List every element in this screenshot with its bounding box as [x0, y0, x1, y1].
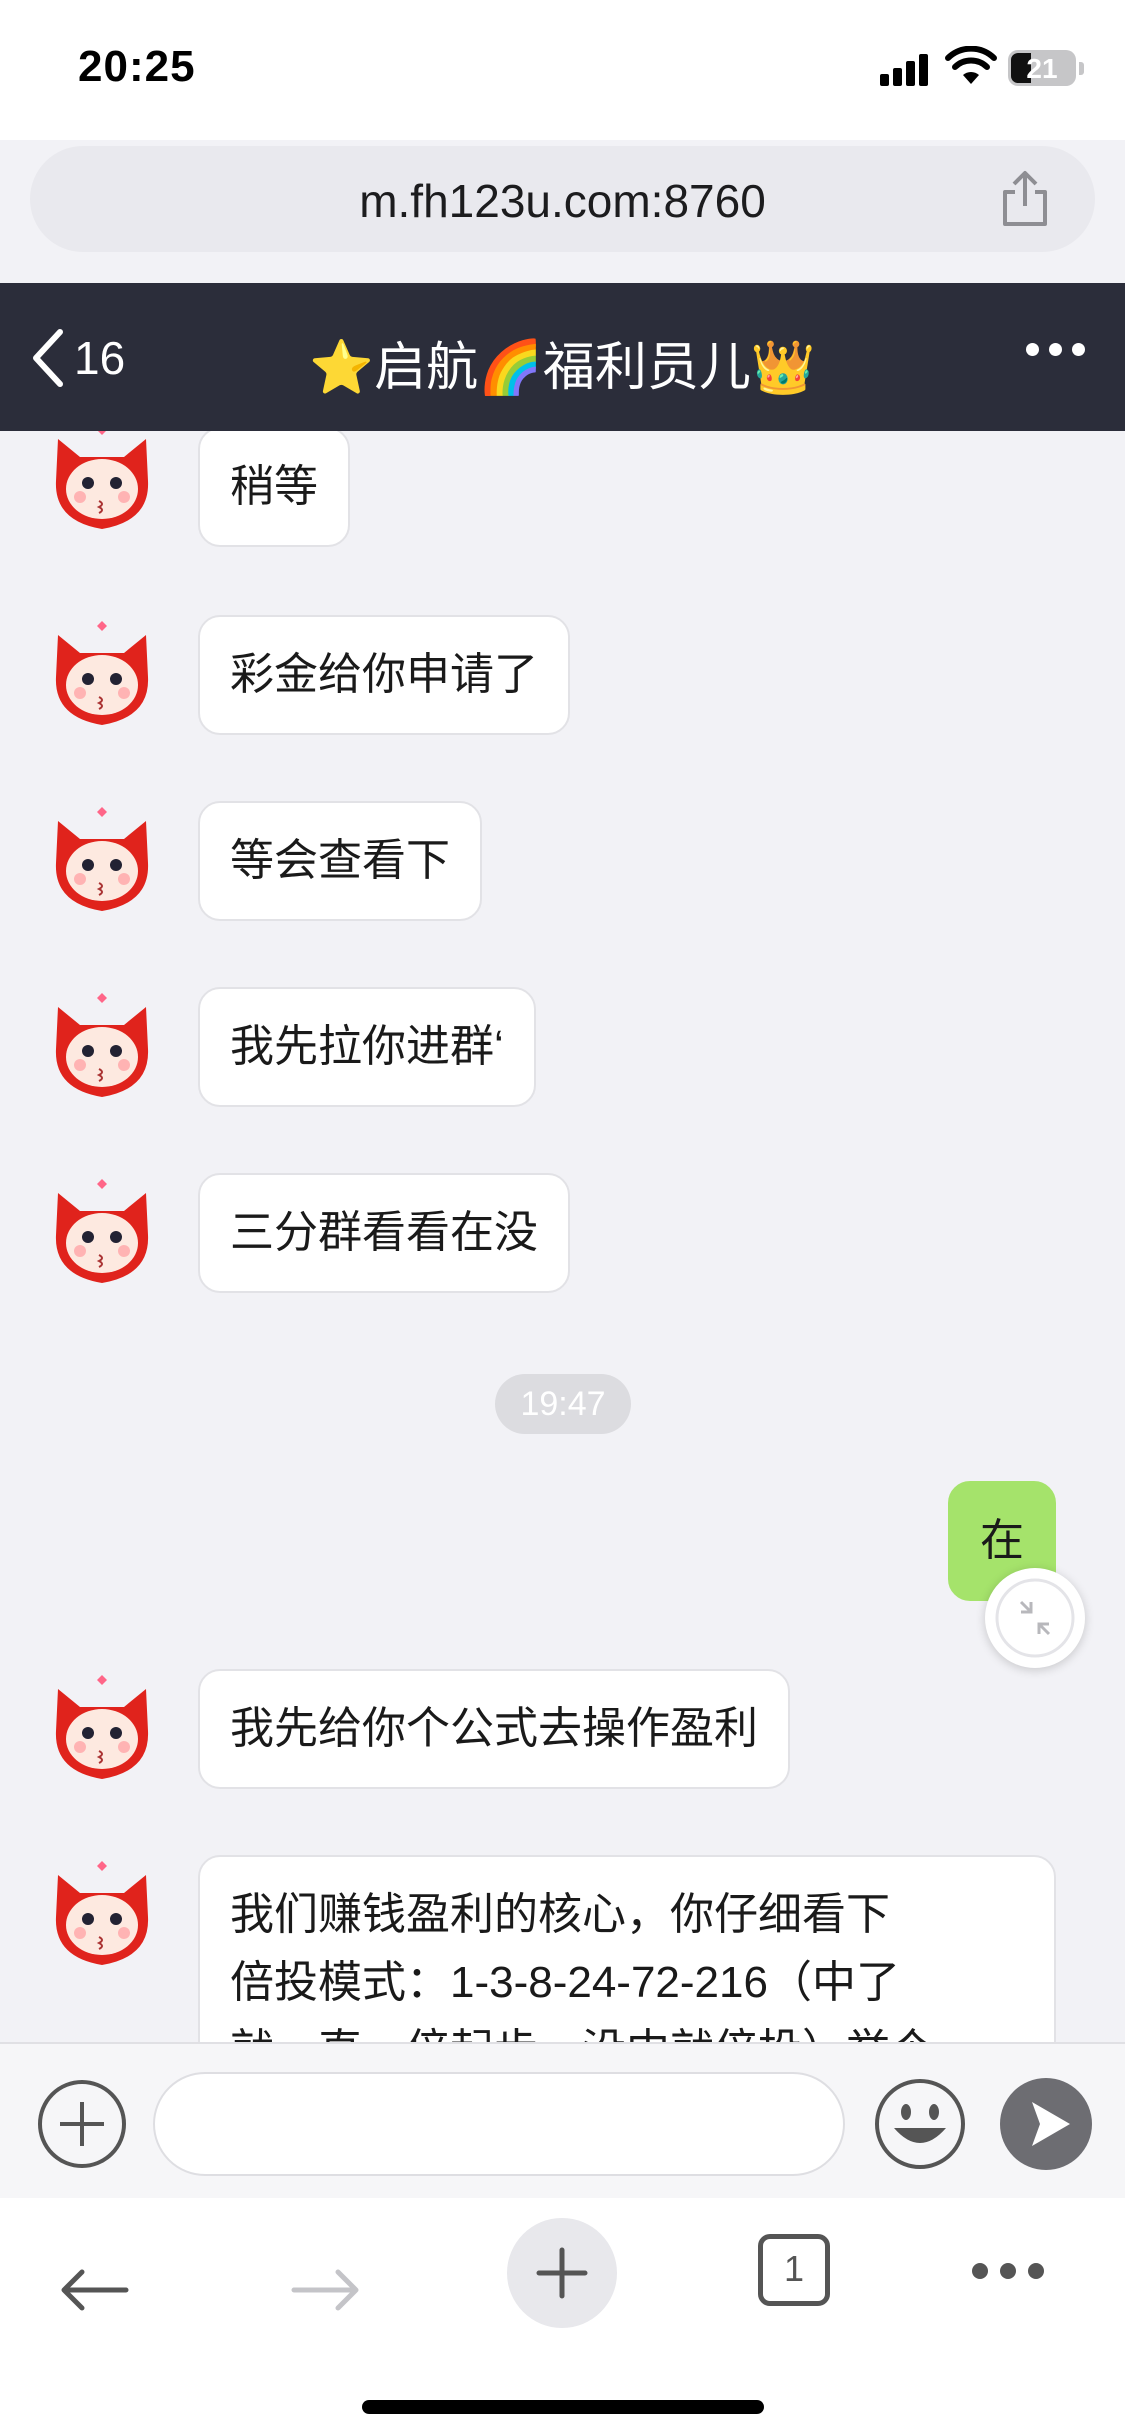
message-bubble[interactable]: 彩金给你申请了 — [198, 615, 570, 735]
status-time: 20:25 — [78, 42, 196, 91]
message-bubble[interactable]: 稍等 — [198, 431, 350, 547]
more-dots-icon[interactable] — [1026, 343, 1085, 356]
cellular-signal-icon — [880, 52, 932, 86]
plus-icon[interactable] — [507, 2218, 617, 2328]
battery-tip — [1079, 62, 1084, 75]
battery-level: 21 — [1026, 53, 1058, 84]
avatar[interactable] — [44, 1857, 160, 1973]
status-bar: 20:25 21 — [0, 0, 1125, 140]
collapse-icon[interactable] — [985, 1568, 1085, 1668]
battery-icon: 21 — [1008, 50, 1076, 86]
send-icon[interactable] — [998, 2076, 1094, 2172]
avatar[interactable] — [44, 989, 160, 1105]
message-line: 我们赚钱盈利的核心，你仔细看下 — [230, 1890, 890, 1939]
wifi-icon — [945, 46, 997, 84]
message-bubble[interactable]: 我们赚钱盈利的核心，你仔细看下 倍投模式：1-3-8-24-72-216（中了 … — [198, 1855, 1056, 2042]
arrow-right-icon[interactable] — [290, 2268, 362, 2312]
message-line: 倍投模式：1-3-8-24-72-216（中了 — [230, 1958, 900, 2007]
url-text[interactable]: m.fh123u.com:8760 — [30, 174, 1095, 228]
avatar[interactable] — [44, 431, 160, 537]
chat-header: 16 ⭐启航🌈福利员儿👑 — [0, 283, 1125, 431]
chat-title: ⭐启航🌈福利员儿👑 — [309, 339, 816, 397]
avatar[interactable] — [44, 617, 160, 733]
message-input-bar — [0, 2042, 1125, 2198]
address-bar[interactable]: m.fh123u.com:8760 — [30, 146, 1095, 252]
avatar[interactable] — [44, 803, 160, 919]
home-indicator[interactable] — [362, 2400, 764, 2414]
timestamp-badge: 19:47 — [495, 1374, 631, 1434]
share-icon[interactable] — [995, 168, 1055, 228]
smiley-icon[interactable] — [872, 2076, 968, 2172]
browser-menu-icon[interactable] — [972, 2263, 1044, 2279]
plus-circle-icon[interactable] — [36, 2078, 128, 2170]
message-input[interactable] — [153, 2072, 845, 2176]
avatar[interactable] — [44, 1175, 160, 1291]
floating-collapse-button[interactable] — [985, 1568, 1085, 1668]
new-tab-button[interactable] — [507, 2218, 617, 2328]
arrow-left-icon[interactable] — [58, 2268, 130, 2312]
message-bubble[interactable]: 三分群看看在没 — [198, 1173, 570, 1293]
message-bubble[interactable]: 我先拉你进群‘ — [198, 987, 536, 1107]
message-bubble[interactable]: 我先给你个公式去操作盈利 — [198, 1669, 790, 1789]
avatar[interactable] — [44, 1671, 160, 1787]
message-bubble[interactable]: 等会查看下 — [198, 801, 482, 921]
message-line: 就一直一倍起步，没中就倍投）举个 — [230, 2017, 1024, 2042]
tabs-icon[interactable]: 1 — [758, 2234, 830, 2306]
message-list[interactable]: 稍等 彩金给你申请了 等会查看下 我先拉你进群‘ 三分群看看在没 19:47 在… — [0, 431, 1125, 2042]
